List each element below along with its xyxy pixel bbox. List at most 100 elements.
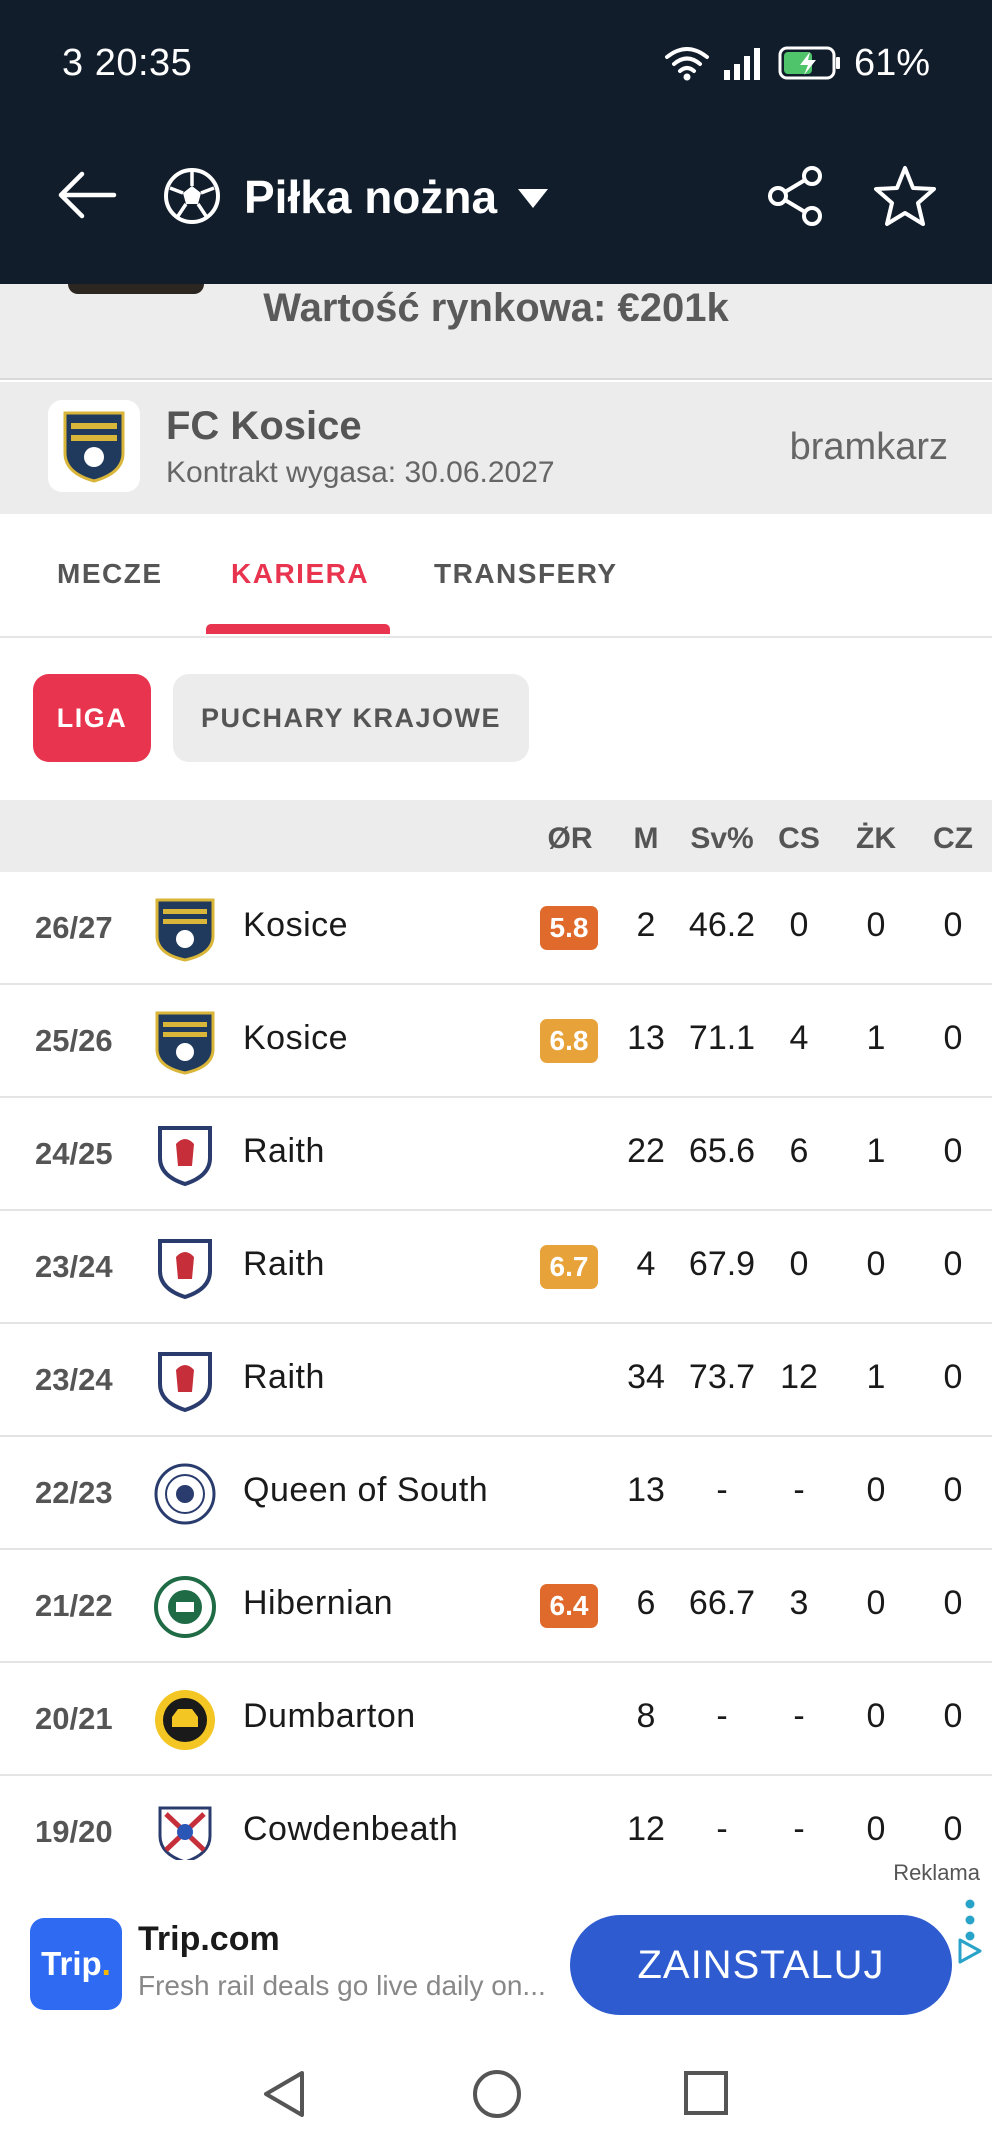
matches-cell: 8 [636, 1697, 656, 1735]
rating-badge: 6.4 [540, 1584, 598, 1628]
save-pct-cell: 71.1 [688, 1019, 756, 1057]
dumbarton-logo-icon [152, 1687, 218, 1753]
ad-banner[interactable]: Reklama Trip. Trip.com Fresh rail deals … [0, 1860, 992, 2045]
red-cards-cell: 0 [943, 1245, 963, 1283]
save-pct-cell: - [716, 1471, 728, 1509]
tab-transfers[interactable]: TRANSFERY [434, 558, 618, 590]
system-nav-bar [0, 2045, 992, 2147]
season-cell: 19/20 [35, 1814, 113, 1849]
team-name-cell: Kosice [243, 906, 349, 944]
battery-icon [778, 46, 840, 80]
tab-career[interactable]: KARIERA [231, 558, 369, 590]
team-name-cell: Kosice [243, 1019, 349, 1057]
red-cards-cell: 0 [943, 906, 963, 944]
install-button[interactable]: ZAINSTALUJ [570, 1915, 952, 2015]
battery-percent: 61% [853, 41, 930, 84]
season-cell: 23/24 [35, 1249, 113, 1284]
save-pct-cell: 73.7 [688, 1358, 756, 1396]
yellow-cards-cell: 1 [866, 1019, 886, 1057]
raith-logo-icon [152, 1122, 218, 1188]
yellow-cards-cell: 1 [866, 1132, 886, 1170]
market-value: Wartość rynkowa: €201k [263, 286, 729, 330]
team-name-cell: Raith [243, 1245, 325, 1283]
table-row[interactable]: 20/21 Dumbarton 8 - - 0 0 [0, 1663, 992, 1776]
wifi-icon [664, 47, 709, 81]
club-name: FC Kosice [166, 404, 362, 448]
col-header-rating: ØR [547, 822, 593, 855]
yellow-cards-cell: 0 [866, 1810, 886, 1848]
current-club-row[interactable]: FC Kosice Kontrakt wygasa: 30.06.2027 br… [0, 382, 992, 514]
save-pct-cell: 46.2 [688, 906, 756, 944]
hibernian-logo-icon [152, 1574, 218, 1640]
star-favorite-icon[interactable] [872, 164, 938, 230]
matches-cell: 22 [627, 1132, 665, 1170]
team-name-cell: Dumbarton [243, 1697, 416, 1735]
tripcom-logo-dot: . [101, 1945, 111, 1982]
chip-league[interactable]: LIGA [33, 674, 151, 762]
table-row[interactable]: 22/23 Queen of South 13 - - 0 0 [0, 1437, 992, 1550]
table-row[interactable]: 25/26 Kosice 6.8 13 71.1 4 1 0 [0, 985, 992, 1098]
season-cell: 26/27 [35, 910, 113, 945]
save-pct-cell: 67.9 [688, 1245, 756, 1283]
red-cards-cell: 0 [943, 1471, 963, 1509]
table-row[interactable]: 26/27 Kosice 5.8 2 46.2 0 0 0 [0, 872, 992, 985]
sport-selector-title[interactable]: Piłka nożna [244, 170, 497, 224]
chip-domestic-cups[interactable]: PUCHARY KRAJOWE [173, 674, 529, 762]
col-header-clean-sheets: CS [778, 822, 820, 855]
matches-cell: 13 [627, 1019, 665, 1057]
nav-recent-apps-icon[interactable] [682, 2069, 730, 2117]
red-cards-cell: 0 [943, 1697, 963, 1735]
yellow-cards-cell: 0 [866, 1471, 886, 1509]
yellow-cards-cell: 0 [866, 1584, 886, 1622]
season-cell: 22/23 [35, 1475, 113, 1510]
yellow-cards-cell: 0 [866, 1697, 886, 1735]
clean-sheets-cell: 0 [789, 906, 809, 944]
ad-subtitle: Fresh rail deals go live daily on... [138, 1970, 544, 2001]
kosice-logo-icon [152, 1009, 218, 1075]
competition-filter: LIGA PUCHARY KRAJOWE [0, 640, 992, 800]
season-cell: 23/24 [35, 1362, 113, 1397]
matches-cell: 13 [627, 1471, 665, 1509]
tab-matches[interactable]: MECZE [57, 558, 163, 590]
season-cell: 21/22 [35, 1588, 113, 1623]
rating-badge: 5.8 [540, 906, 598, 950]
back-arrow-icon[interactable] [52, 160, 122, 230]
clean-sheets-cell: 4 [789, 1019, 809, 1057]
status-icons: 61% [664, 40, 930, 86]
col-header-matches: M [633, 822, 659, 855]
soccer-ball-icon [164, 168, 220, 224]
red-cards-cell: 0 [943, 1584, 963, 1622]
table-row[interactable]: 21/22 Hibernian 6.4 6 66.7 3 0 0 [0, 1550, 992, 1663]
matches-cell: 6 [636, 1584, 656, 1622]
table-row[interactable]: 23/24 Raith 6.7 4 67.9 0 0 0 [0, 1211, 992, 1324]
ad-choices-icon[interactable] [954, 1936, 984, 1966]
status-time: 3 20:35 [62, 42, 193, 84]
matches-cell: 2 [636, 906, 656, 944]
share-icon[interactable] [764, 164, 828, 228]
ad-title: Trip.com [138, 1920, 280, 1958]
tab-bar: MECZE KARIERA TRANSFERY [0, 514, 992, 638]
matches-cell: 4 [636, 1245, 656, 1283]
nav-home-icon[interactable] [470, 2067, 524, 2121]
save-pct-cell: - [716, 1810, 728, 1848]
signal-icon [723, 48, 760, 80]
chevron-down-icon[interactable] [516, 186, 550, 210]
raith-logo-icon [152, 1348, 218, 1414]
save-pct-cell: 66.7 [688, 1584, 756, 1622]
team-name-cell: Raith [243, 1132, 325, 1170]
col-header-yellow-cards: ŻK [856, 822, 896, 855]
clean-sheets-cell: 6 [789, 1132, 809, 1170]
matches-cell: 12 [627, 1810, 665, 1848]
table-row[interactable]: 24/25 Raith 22 65.6 6 1 0 [0, 1098, 992, 1211]
clean-sheets-cell: 12 [780, 1358, 818, 1396]
nav-back-icon[interactable] [258, 2067, 312, 2121]
table-row[interactable]: 23/24 Raith 34 73.7 12 1 0 [0, 1324, 992, 1437]
kosice-logo-icon [63, 411, 125, 483]
top-app-bar: 3 20:35 61% Piłka nożna [0, 0, 992, 284]
career-table-body: 26/27 Kosice 5.8 2 46.2 0 0 0 25/26 Kosi… [0, 872, 992, 1889]
cowdenbeath-logo-icon [152, 1800, 218, 1866]
team-name-cell: Cowdenbeath [243, 1810, 459, 1848]
team-name-cell: Hibernian [243, 1584, 394, 1622]
red-cards-cell: 0 [943, 1132, 963, 1170]
yellow-cards-cell: 0 [866, 906, 886, 944]
